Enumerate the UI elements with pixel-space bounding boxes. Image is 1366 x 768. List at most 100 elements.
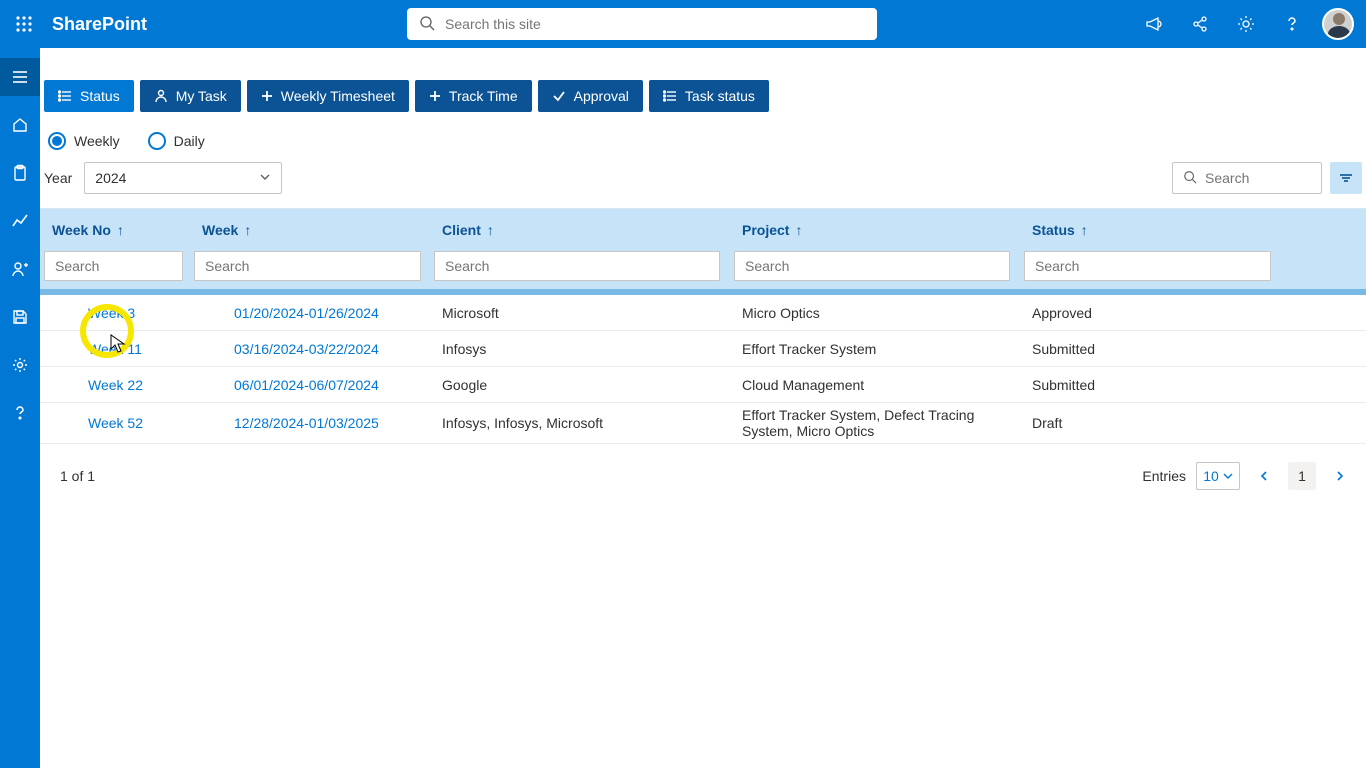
tab-weekly-timesheet[interactable]: Weekly Timesheet (247, 80, 409, 112)
year-row: Year 2024 (44, 162, 1366, 194)
grid-filter-row (40, 251, 1366, 289)
grid-search[interactable] (1172, 162, 1322, 194)
settings-button[interactable] (1224, 0, 1268, 48)
col-label: Week (202, 222, 238, 238)
table-row: Week 22 06/01/2024-06/07/2024 Google Clo… (40, 367, 1366, 403)
tab-status[interactable]: Status (44, 80, 134, 112)
account-button[interactable] (1316, 0, 1360, 48)
filter-status[interactable] (1024, 251, 1271, 281)
col-client[interactable]: Client ↑ (430, 222, 730, 238)
sort-asc-icon: ↑ (487, 222, 494, 238)
cell-project: Effort Tracker System (730, 341, 1020, 357)
save-icon (11, 308, 29, 326)
page-size-dropdown[interactable]: 10 (1196, 462, 1240, 490)
help-button[interactable] (1270, 0, 1314, 48)
weekno-link[interactable]: Week 3 (40, 305, 190, 321)
radio-weekly[interactable]: Weekly (48, 132, 120, 150)
table-row: Week 52 12/28/2024-01/03/2025 Infosys, I… (40, 403, 1366, 444)
grid-header: Week No ↑ Week ↑ Client ↑ Project↑ Status ↑ (40, 209, 1366, 251)
pager: 1 of 1 Entries 10 1 (40, 444, 1366, 508)
brand-title[interactable]: SharePoint (52, 14, 147, 35)
radio-mark-icon (48, 132, 66, 150)
tab-label: Weekly Timesheet (281, 88, 395, 104)
filter-client[interactable] (434, 251, 720, 281)
cell-client: Microsoft (430, 305, 730, 321)
page-info: 1 of 1 (52, 468, 95, 484)
tab-label: Approval (574, 88, 629, 104)
home-icon (11, 116, 29, 134)
col-weekno[interactable]: Week No ↑ (40, 222, 190, 238)
entries-label: Entries (1142, 468, 1186, 484)
sort-asc-icon: ↑ (244, 222, 251, 238)
cell-client: Infosys (430, 341, 730, 357)
nav-home[interactable] (0, 106, 40, 144)
megaphone-button[interactable] (1132, 0, 1176, 48)
year-dropdown[interactable]: 2024 (84, 162, 282, 194)
col-week[interactable]: Week ↑ (190, 222, 430, 238)
radio-label: Weekly (74, 133, 120, 149)
app-launcher-button[interactable] (0, 0, 48, 48)
table-row: Week 11 03/16/2024-03/22/2024 Infosys Ef… (40, 331, 1366, 367)
radio-label: Daily (174, 133, 205, 149)
col-label: Client (442, 222, 481, 238)
tab-task-status[interactable]: Task status (649, 80, 769, 112)
weekno-link[interactable]: Week 52 (40, 415, 190, 431)
suite-right (1132, 0, 1366, 48)
nav-help[interactable] (0, 394, 40, 432)
chevron-right-icon (1334, 470, 1346, 482)
page-next-button[interactable] (1326, 462, 1354, 490)
avatar (1322, 8, 1354, 40)
suite-bar: SharePoint (0, 0, 1366, 48)
sort-asc-icon: ↑ (1081, 222, 1088, 238)
megaphone-icon (1144, 14, 1164, 34)
nav-analytics[interactable] (0, 202, 40, 240)
search-icon (1183, 170, 1197, 187)
sort-asc-icon: ↑ (117, 222, 124, 238)
tab-my-task[interactable]: My Task (140, 80, 241, 112)
list-icon (663, 89, 677, 103)
nav-settings[interactable] (0, 346, 40, 384)
filter-week[interactable] (194, 251, 421, 281)
clipboard-icon (11, 164, 29, 182)
radio-daily[interactable]: Daily (148, 132, 205, 150)
gear-icon (1236, 14, 1256, 34)
page-prev-button[interactable] (1250, 462, 1278, 490)
cell-status: Submitted (1020, 377, 1280, 393)
cell-project: Cloud Management (730, 377, 1020, 393)
nav-clipboard[interactable] (0, 154, 40, 192)
site-search-input[interactable] (445, 16, 865, 32)
nav-save[interactable] (0, 298, 40, 336)
year-value: 2024 (95, 170, 126, 186)
share-button[interactable] (1178, 0, 1222, 48)
week-link[interactable]: 06/01/2024-06/07/2024 (190, 377, 430, 393)
hamburger-icon (11, 68, 29, 86)
check-icon (552, 89, 566, 103)
filter-toggle-button[interactable] (1330, 162, 1362, 194)
weekno-link[interactable]: Week 11 (40, 341, 190, 357)
page-number[interactable]: 1 (1288, 462, 1316, 490)
filter-weekno[interactable] (44, 251, 183, 281)
col-label: Status (1032, 222, 1075, 238)
nav-menu[interactable] (0, 58, 40, 96)
tab-label: My Task (176, 88, 227, 104)
timesheet-grid: Week No↑ Week↑ Client↑ Project↑ Status↑ … (40, 208, 1366, 508)
filter-project[interactable] (734, 251, 1010, 281)
weekno-link[interactable]: Week 22 (40, 377, 190, 393)
table-row: Week 3 01/20/2024-01/26/2024 Microsoft M… (40, 295, 1366, 331)
year-label: Year (44, 170, 72, 186)
week-link[interactable]: 12/28/2024-01/03/2025 (190, 415, 430, 431)
share-icon (1190, 14, 1210, 34)
gear-icon (11, 356, 29, 374)
week-link[interactable]: 01/20/2024-01/26/2024 (190, 305, 430, 321)
help-icon (11, 404, 29, 422)
col-status[interactable]: Status ↑ (1020, 222, 1280, 238)
chevron-down-icon (259, 170, 271, 186)
site-search[interactable] (407, 8, 877, 40)
week-link[interactable]: 03/16/2024-03/22/2024 (190, 341, 430, 357)
col-project[interactable]: Project↑ (730, 222, 1020, 238)
nav-people[interactable] (0, 250, 40, 288)
cell-status: Submitted (1020, 341, 1280, 357)
tab-track-time[interactable]: Track Time (415, 80, 532, 112)
tab-approval[interactable]: Approval (538, 80, 643, 112)
col-label: Week No (52, 222, 111, 238)
